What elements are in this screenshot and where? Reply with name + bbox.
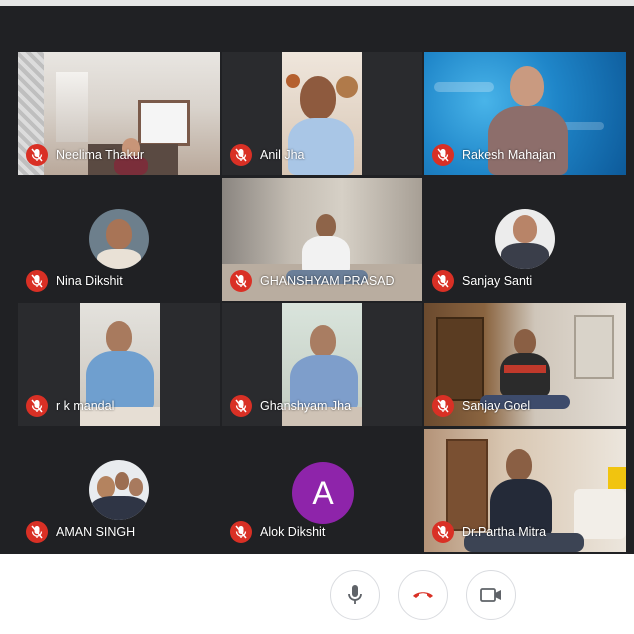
participant-name: Dr.Partha Mitra: [462, 525, 547, 539]
participant-tile[interactable]: Rakesh Mahajan: [424, 52, 626, 175]
participant-tile[interactable]: Sanjay Santi: [424, 178, 626, 301]
participant-label: Ghanshyam Jha: [230, 394, 351, 418]
participant-label: Anil Jha: [230, 143, 304, 167]
avatar: [495, 209, 555, 269]
mic-off-icon: [432, 395, 454, 417]
participant-label: GHANSHYAM PRASAD: [230, 269, 395, 293]
participant-tile[interactable]: A Alok Dikshit: [222, 429, 422, 552]
participant-label: Nina Dikshit: [26, 269, 123, 293]
call-controls-bar: [0, 554, 634, 634]
participant-tile[interactable]: AMAN SINGH: [18, 429, 220, 552]
microphone-button[interactable]: [330, 570, 380, 620]
participant-tile[interactable]: Anil Jha: [222, 52, 422, 175]
mic-off-icon: [230, 395, 252, 417]
mic-off-icon: [26, 144, 48, 166]
avatar-initial: A: [312, 474, 334, 511]
participant-name: AMAN SINGH: [56, 525, 136, 539]
mic-off-icon: [230, 521, 252, 543]
participant-name: Nina Dikshit: [56, 274, 123, 288]
mic-off-icon: [230, 144, 252, 166]
mic-off-icon: [432, 521, 454, 543]
microphone-icon: [348, 585, 362, 604]
participant-tile[interactable]: Nina Dikshit: [18, 178, 220, 301]
end-call-icon: [413, 592, 433, 598]
mic-off-icon: [26, 395, 48, 417]
participant-tile[interactable]: Sanjay Goel: [424, 303, 626, 426]
participant-tile[interactable]: Ghanshyam Jha: [222, 303, 422, 426]
mic-off-icon: [432, 144, 454, 166]
avatar: A: [292, 462, 354, 524]
end-call-button[interactable]: [398, 570, 448, 620]
participant-name: r k mandal: [56, 399, 115, 413]
participant-name: Sanjay Goel: [462, 399, 531, 413]
camera-icon: [480, 588, 501, 602]
participant-label: Dr.Partha Mitra: [432, 520, 546, 544]
mic-off-icon: [432, 270, 454, 292]
participant-tile[interactable]: GHANSHYAM PRASAD: [222, 178, 422, 301]
participant-name: Neelima Thakur: [56, 148, 145, 162]
participant-name: Sanjay Santi: [462, 274, 533, 288]
participant-label: Sanjay Goel: [432, 394, 530, 418]
participant-tile[interactable]: Neelima Thakur: [18, 52, 220, 175]
participant-name: Anil Jha: [260, 148, 305, 162]
participant-grid: Neelima Thakur Anil Jha Rakesh Mahajan N…: [0, 50, 634, 554]
mic-off-icon: [26, 270, 48, 292]
avatar: [89, 209, 149, 269]
mic-off-icon: [26, 521, 48, 543]
participant-label: Sanjay Santi: [432, 269, 532, 293]
camera-button[interactable]: [466, 570, 516, 620]
participant-label: r k mandal: [26, 394, 114, 418]
participant-name: Ghanshyam Jha: [260, 399, 352, 413]
participant-label: Neelima Thakur: [26, 143, 144, 167]
participant-tile[interactable]: r k mandal: [18, 303, 220, 426]
participant-label: AMAN SINGH: [26, 520, 135, 544]
participant-label: Alok Dikshit: [230, 520, 325, 544]
participant-tile[interactable]: Dr.Partha Mitra: [424, 429, 626, 552]
participant-name: Rakesh Mahajan: [462, 148, 556, 162]
meeting-top-bar: [0, 6, 634, 50]
participant-label: Rakesh Mahajan: [432, 143, 556, 167]
mic-off-icon: [230, 270, 252, 292]
avatar: [89, 460, 149, 520]
participant-name: Alok Dikshit: [260, 525, 326, 539]
participant-name: GHANSHYAM PRASAD: [260, 274, 395, 288]
